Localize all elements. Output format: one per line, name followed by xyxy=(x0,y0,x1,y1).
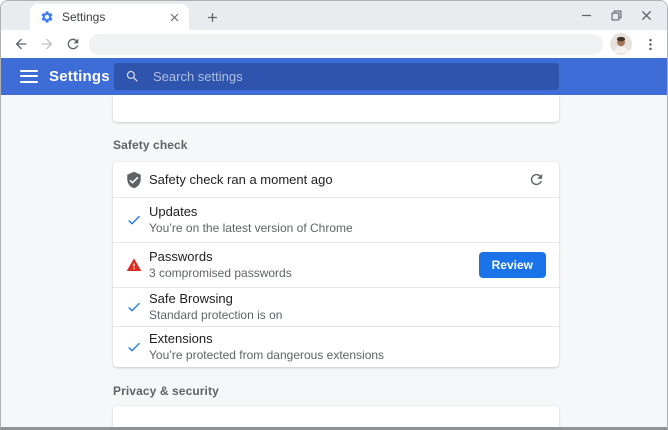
address-bar[interactable] xyxy=(89,34,603,55)
safety-item-updates[interactable]: Updates You’re on the latest version of … xyxy=(113,198,559,243)
tab-settings[interactable]: Settings xyxy=(30,4,189,30)
check-icon xyxy=(125,339,143,355)
restore-button[interactable] xyxy=(601,1,631,30)
item-subtitle: You’re protected from dangerous extensio… xyxy=(149,348,546,363)
new-tab-button[interactable] xyxy=(199,4,225,30)
safety-check-status-text: Safety check ran a moment ago xyxy=(149,172,524,187)
settings-search-box[interactable] xyxy=(114,63,559,90)
page-title: Settings xyxy=(49,68,110,85)
item-title: Updates xyxy=(149,204,546,220)
gear-icon xyxy=(40,10,54,24)
check-icon xyxy=(125,299,143,315)
tab-title: Settings xyxy=(62,10,167,24)
browser-window: Settings xyxy=(0,0,668,430)
refresh-icon[interactable] xyxy=(524,168,548,192)
item-title: Passwords xyxy=(149,249,479,265)
reload-icon[interactable] xyxy=(60,32,86,56)
back-icon[interactable] xyxy=(8,32,34,56)
menu-dots-icon[interactable] xyxy=(640,32,660,56)
url-input[interactable] xyxy=(101,36,591,52)
section-label-privacy-security: Privacy & security xyxy=(113,384,559,398)
item-title: Safe Browsing xyxy=(149,291,546,307)
browser-toolbar xyxy=(1,30,667,58)
settings-header: Settings xyxy=(1,58,667,95)
tab-close-icon[interactable] xyxy=(167,10,181,24)
safety-item-passwords[interactable]: Passwords 3 compromised passwords Review xyxy=(113,243,559,288)
item-subtitle: You’re on the latest version of Chrome xyxy=(149,221,546,236)
window-controls xyxy=(571,1,661,30)
shield-check-icon xyxy=(125,171,143,189)
hamburger-menu-icon[interactable] xyxy=(20,70,38,83)
check-icon xyxy=(125,212,143,228)
section-label-safety-check: Safety check xyxy=(113,138,559,152)
previous-section-card xyxy=(113,95,559,122)
safety-check-card: Safety check ran a moment ago Updates Yo… xyxy=(113,162,559,367)
close-window-button[interactable] xyxy=(631,1,661,30)
search-icon xyxy=(125,69,140,84)
search-input[interactable] xyxy=(151,68,548,85)
tab-strip: Settings xyxy=(1,1,667,30)
avatar[interactable] xyxy=(610,33,632,55)
item-subtitle: 3 compromised passwords xyxy=(149,266,479,281)
settings-content: Safety check Safety check ran a moment a… xyxy=(1,95,667,427)
item-title: Extensions xyxy=(149,331,546,347)
privacy-security-card xyxy=(113,406,559,427)
item-subtitle: Standard protection is on xyxy=(149,308,546,323)
minimize-button[interactable] xyxy=(571,1,601,30)
safety-check-status-row: Safety check ran a moment ago xyxy=(113,162,559,198)
review-button[interactable]: Review xyxy=(479,252,546,278)
safety-item-safe-browsing[interactable]: Safe Browsing Standard protection is on xyxy=(113,288,559,327)
warning-icon xyxy=(125,257,143,273)
safety-item-extensions[interactable]: Extensions You’re protected from dangero… xyxy=(113,327,559,367)
forward-icon[interactable] xyxy=(34,32,60,56)
